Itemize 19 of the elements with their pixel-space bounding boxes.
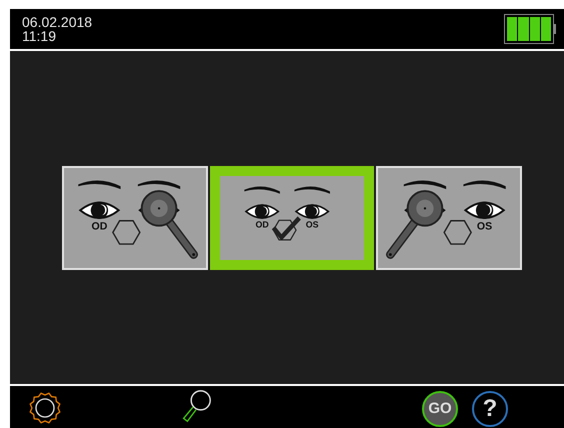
battery-icon xyxy=(504,14,556,44)
eye-option-card[interactable]: OD OS xyxy=(210,166,374,270)
eye-label: OD xyxy=(92,220,108,232)
checkmark-icon xyxy=(272,216,301,240)
eye-label: OS xyxy=(476,220,492,232)
settings-icon[interactable] xyxy=(27,390,63,426)
date-text: 06.02.2018 xyxy=(22,15,92,29)
go-button[interactable]: GO xyxy=(422,391,458,427)
help-button[interactable]: ? xyxy=(472,391,508,427)
occluder-icon xyxy=(140,190,198,258)
hexagon-icon xyxy=(112,220,141,244)
eye-option-card[interactable]: OS xyxy=(376,166,522,270)
eye-label: OD xyxy=(255,219,269,230)
hexagon-icon xyxy=(443,220,472,244)
time-text: 11:19 xyxy=(22,29,57,43)
occluder-icon xyxy=(386,190,444,258)
hexagon-icon xyxy=(272,219,297,240)
eye-label: OS xyxy=(306,219,319,230)
eye-option-card[interactable]: OD xyxy=(62,166,208,270)
